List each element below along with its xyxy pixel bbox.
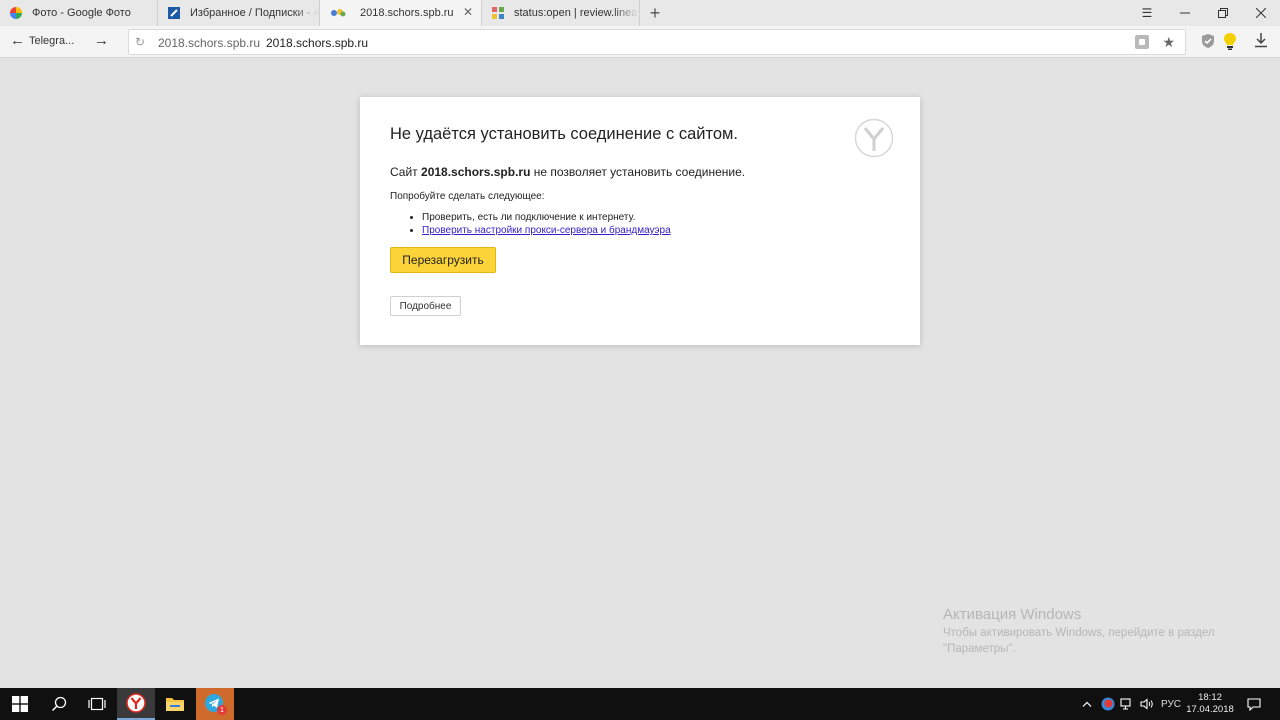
taskbar-file-explorer[interactable] (156, 688, 194, 720)
watermark-text-line2: "Параметры". (943, 643, 1016, 655)
google-photos-icon (10, 7, 22, 19)
windows-logo-icon (12, 696, 28, 712)
back-arrow-icon: ← (10, 32, 25, 49)
watermark-title: Активация Windows (943, 606, 1082, 623)
tab-title: Фото - Google Фото (32, 7, 131, 19)
window-controls: ☰ (1128, 0, 1280, 26)
search-icon (51, 696, 67, 712)
minimize-icon[interactable] (1166, 0, 1204, 26)
watermark-text-line1: Чтобы активировать Windows, перейдите в … (943, 627, 1215, 639)
back-button[interactable]: ← Telegra... (10, 32, 75, 49)
taskbar-yandex-browser[interactable] (117, 688, 155, 720)
download-icon[interactable] (1254, 32, 1268, 51)
error-intro: Сайт 2018.schors.spb.ru не позволяет уст… (390, 165, 746, 179)
gerrit-icon (492, 7, 504, 19)
language-indicator[interactable]: РУС (1161, 688, 1181, 720)
protect-shield-icon[interactable] (1200, 33, 1216, 49)
tab-lineageos[interactable]: status:open | review.lineageos.org (482, 0, 640, 26)
tab-schors[interactable]: 2018.schors.spb.ru ✕ (320, 0, 482, 26)
yandex-tray-icon (1101, 697, 1115, 711)
task-view-icon (88, 697, 106, 711)
suggestion-item: Проверить, есть ли подключение к интерне… (422, 213, 671, 223)
network-tray-item[interactable] (1120, 688, 1134, 720)
tab-4pda[interactable]: Избранное / Подписки - 4PDA (158, 0, 320, 26)
yandex-browser-logo-icon (854, 118, 894, 158)
yandex-browser-icon (126, 693, 146, 713)
address-path: 2018.schors.spb.ru (266, 36, 369, 50)
restore-icon[interactable] (1204, 0, 1242, 26)
lightbulb-icon[interactable] (1223, 32, 1237, 50)
suggestion-item: Проверить настройки прокси-сервера и бра… (422, 226, 671, 236)
clock-time: 18:12 (1198, 692, 1222, 703)
show-hidden-icons[interactable] (1082, 688, 1092, 720)
close-icon[interactable]: ✕ (463, 5, 473, 19)
system-clock[interactable]: 18:12 17.04.2018 (1186, 692, 1234, 716)
4pda-icon (168, 7, 180, 19)
close-window-icon[interactable] (1242, 0, 1280, 26)
address-domain: 2018.schors.spb.ru (158, 36, 261, 50)
new-tab-button[interactable]: + (640, 0, 670, 26)
chevron-up-icon (1082, 701, 1092, 707)
folder-icon (166, 698, 184, 711)
proxy-settings-link[interactable]: Проверить настройки прокси-сервера и бра… (422, 225, 671, 236)
yandex-tray-item[interactable] (1101, 688, 1115, 720)
tab-title: 2018.schors.spb.ru (360, 7, 454, 19)
reload-icon[interactable]: ↻ (135, 35, 145, 49)
forward-arrow-icon[interactable]: → (94, 32, 109, 49)
search-button[interactable] (40, 688, 78, 720)
menu-icon[interactable]: ☰ (1128, 0, 1166, 26)
notification-icon (1247, 697, 1261, 711)
action-center-button[interactable] (1247, 688, 1261, 720)
reload-button[interactable]: Перезагрузить (390, 247, 496, 273)
navigation-bar: ← Telegra... → ↻ 2018.schors.spb.ru 2018… (0, 26, 1280, 58)
taskbar-telegram[interactable]: 1 (196, 688, 234, 720)
network-icon (1120, 698, 1131, 710)
error-card: Не удаётся установить соединение с сайто… (360, 97, 920, 345)
lock-icon[interactable] (1135, 35, 1149, 49)
site-name: 2018.schors.spb.ru (421, 165, 531, 179)
speaker-icon (1140, 698, 1153, 710)
details-button[interactable]: Подробнее (390, 296, 461, 316)
notification-badge: 1 (217, 705, 227, 715)
volume-tray-item[interactable] (1140, 688, 1154, 720)
tab-google-photos[interactable]: Фото - Google Фото (0, 0, 158, 26)
error-heading: Не удаётся установить соединение с сайто… (390, 125, 738, 143)
site-icon (331, 9, 346, 17)
suggestion-list: Проверить, есть ли подключение к интерне… (422, 213, 671, 239)
address-bar[interactable]: ↻ 2018.schors.spb.ru 2018.schors.spb.ru … (128, 29, 1186, 55)
tab-strip: Фото - Google Фото Избранное / Подписки … (0, 0, 1280, 26)
start-button[interactable] (0, 688, 40, 720)
back-label: Telegra... (29, 35, 75, 47)
bookmark-star-icon[interactable]: ★ (1162, 34, 1175, 51)
windows-activation-watermark: Активация Windows Чтобы активировать Win… (943, 606, 1243, 657)
taskbar: 1 РУС 18:12 17.04.2018 (0, 688, 1280, 720)
task-view-button[interactable] (78, 688, 116, 720)
clock-date: 17.04.2018 (1186, 704, 1234, 715)
try-label: Попробуйте сделать следующее: (390, 191, 545, 202)
